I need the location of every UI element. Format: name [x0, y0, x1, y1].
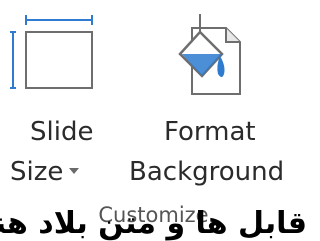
paint-bucket-page-icon: [170, 8, 250, 108]
slide-frame-icon: [10, 10, 110, 100]
format-background-label-line1: Format: [164, 117, 256, 147]
format-background-button[interactable]: Format Background: [129, 0, 307, 200]
slide-size-label-line2: Size: [10, 157, 64, 187]
dropdown-caret-icon: [69, 167, 80, 174]
slide-size-button[interactable]: Slide Size: [0, 0, 150, 200]
overlay-caption: قابل ها و متن بلاد هنا: [0, 206, 307, 241]
slide-size-label-line2-wrap: Size: [10, 157, 80, 187]
ribbon-group-customize: Slide Size Format Background Customize ق…: [0, 0, 307, 241]
slide-size-label-line1: Slide: [30, 117, 94, 147]
format-background-label-line2: Background: [129, 157, 285, 187]
